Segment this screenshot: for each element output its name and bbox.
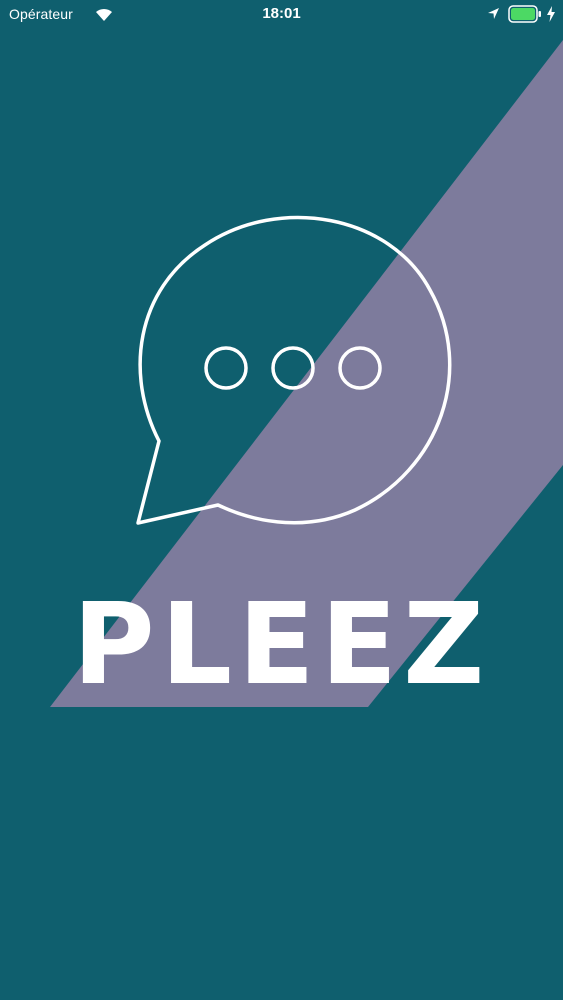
status-bar: Opérateur 18:01 <box>0 0 563 30</box>
charging-icon <box>547 6 555 22</box>
chat-bubble-icon <box>136 215 452 525</box>
location-icon <box>488 8 499 19</box>
battery-icon <box>508 5 541 23</box>
status-time: 18:01 <box>262 5 301 22</box>
brand-name: PLEEZ <box>72 580 491 710</box>
splash-screen: Opérateur 18:01 PLEEZ <box>0 0 563 1000</box>
